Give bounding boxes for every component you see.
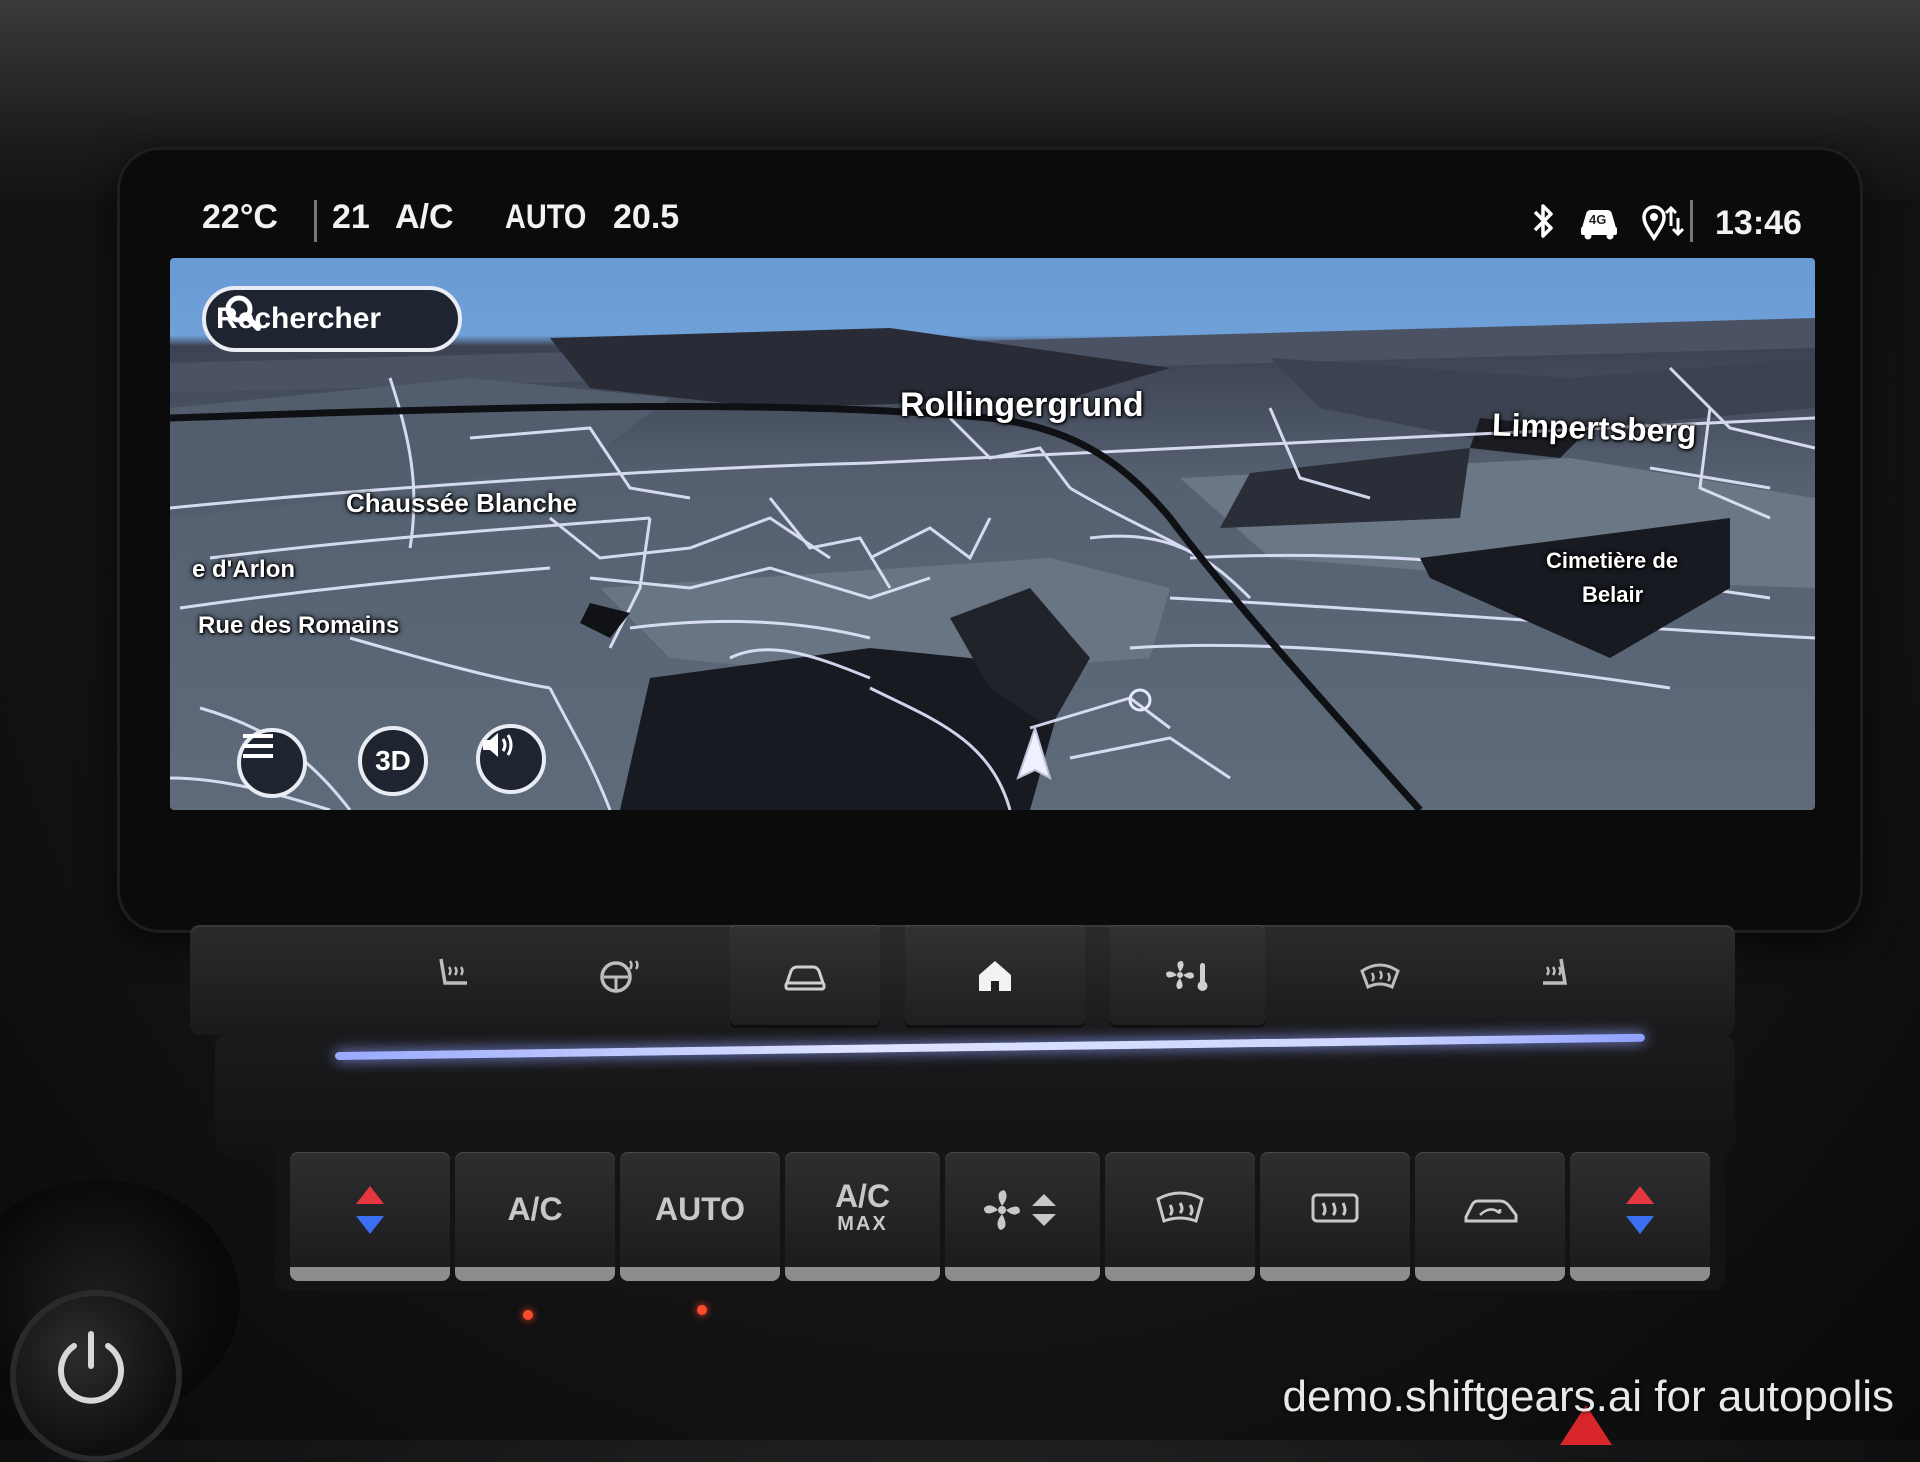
map-label-rue-darlon: e d'Arlon (192, 556, 296, 583)
network-badge: 4G (1589, 212, 1607, 227)
clock: 13:46 (1715, 204, 1802, 242)
windshield-defrost-icon (1156, 1191, 1204, 1223)
power-icon (58, 1331, 124, 1404)
heated-steering-icon (600, 960, 639, 993)
passenger-temperature[interactable]: 20.5 (613, 198, 679, 237)
outside-temperature: 22°C (202, 198, 278, 236)
status-divider (314, 200, 317, 242)
map-label-chaussee-blanche: Chaussée Blanche (346, 488, 578, 518)
climate-settings-icon (1165, 961, 1207, 991)
windshield-defrost-button[interactable] (1105, 1152, 1255, 1281)
auto-climate-button[interactable]: AUTO (620, 1152, 780, 1281)
fan-speed-button[interactable] (945, 1152, 1100, 1281)
auto-indicator-led (697, 1305, 707, 1315)
console-shortcut-row (190, 925, 1735, 1035)
voice-guidance-button[interactable] (476, 724, 546, 794)
passenger-temp-button[interactable] (1570, 1152, 1710, 1281)
menu-button[interactable] (237, 728, 307, 798)
front-defrost-button[interactable] (1305, 925, 1455, 1025)
rear-defrost-button[interactable] (1260, 1152, 1410, 1281)
watermark: demo.shiftgears.ai for autopolis (1282, 1372, 1894, 1421)
vehicle-settings-button[interactable] (730, 925, 880, 1025)
map-label-cimetiere: Cimetière de (1546, 548, 1679, 573)
ac-max-label: A/C (834, 1177, 891, 1214)
bluetooth-icon (1533, 204, 1553, 238)
ac-max-sublabel: MAX (837, 1212, 888, 1235)
map-label-rue-des-romains: Rue des Romains (198, 612, 400, 639)
search-icon (225, 295, 261, 331)
temperature-up-down-icon (356, 1185, 384, 1234)
auto-status[interactable]: AUTO (505, 198, 586, 237)
ventilated-seat-button[interactable] (1480, 925, 1630, 1025)
ac-max-button[interactable]: A/C MAX (785, 1152, 940, 1281)
speaker-icon (483, 733, 513, 757)
map-label-rollingergrund: Rollingergrund (900, 386, 1144, 424)
heated-seat-button[interactable] (400, 925, 510, 1025)
map-label-belair: Belair (1582, 582, 1644, 607)
fan-speed-icon (983, 1189, 1056, 1230)
connected-car-icon: 4G (1576, 198, 1622, 244)
car-settings-icon (784, 965, 826, 991)
search-button[interactable]: Rechercher (202, 286, 462, 352)
air-recirculation-icon (1464, 1199, 1518, 1222)
climate-settings-button[interactable] (1110, 925, 1265, 1025)
driver-temperature[interactable]: 21 (332, 198, 370, 237)
map-label-limpertsberg: Limpertsberg (1491, 406, 1698, 450)
temperature-up-down-icon (1626, 1185, 1654, 1234)
status-divider (1690, 200, 1693, 242)
heated-seat-icon (439, 958, 467, 985)
power-knob[interactable] (10, 1290, 182, 1462)
rear-defrost-icon (1311, 1193, 1359, 1222)
heated-steering-button[interactable] (550, 925, 690, 1025)
view-mode-button[interactable]: 3D (358, 726, 428, 796)
ventilated-seat-icon (1543, 958, 1568, 985)
front-defrost-icon (1360, 963, 1400, 990)
driver-temp-button[interactable] (290, 1152, 450, 1281)
ac-status[interactable]: A/C (395, 198, 454, 237)
home-icon (979, 961, 1011, 991)
status-bar: 22°C 21 A/C AUTO 20.5 4G 13:46 (190, 190, 1810, 260)
navigation-map[interactable]: Rechercher Rollingergrund Limpertsberg C… (170, 258, 1815, 810)
recirculation-button[interactable] (1415, 1152, 1565, 1281)
ac-indicator-led (523, 1310, 533, 1320)
location-sharing-icon (1642, 205, 1684, 242)
hamburger-icon (243, 734, 273, 758)
home-button[interactable] (905, 925, 1085, 1025)
ac-button[interactable]: A/C (455, 1152, 615, 1281)
